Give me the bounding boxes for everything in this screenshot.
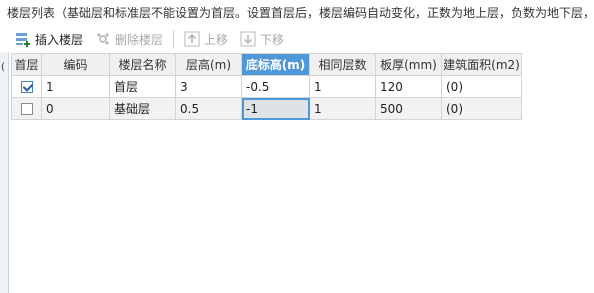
toolbar-separator	[173, 30, 175, 48]
first-floor-cell[interactable]	[11, 97, 42, 120]
hint-text: 楼层列表（基础层和标准层不能设置为首层。设置首层后，楼层编码自动变化，正数为地上…	[0, 0, 594, 26]
toolbar: 插入楼层 删除楼层 上移 下移	[11, 26, 594, 52]
first-floor-cell[interactable]	[11, 75, 42, 98]
code-cell[interactable]: 1	[41, 75, 110, 98]
arrow-up-icon	[184, 31, 200, 47]
move-up-label: 上移	[204, 32, 229, 47]
delete-floor-label: 删除楼层	[115, 32, 164, 47]
building-area-cell: (0)	[441, 97, 522, 120]
col-header-building-area[interactable]: 建筑面积(m2)	[441, 53, 522, 76]
same-count-cell[interactable]: 1	[309, 97, 376, 120]
floor-name-cell[interactable]: 基础层	[109, 97, 176, 120]
slab-thickness-cell[interactable]: 500	[375, 97, 442, 120]
height-cell[interactable]: 0.5	[175, 97, 242, 120]
col-header-first-floor[interactable]: 首层	[11, 53, 42, 76]
arrow-down-icon	[240, 31, 256, 47]
col-header-floor-name[interactable]: 楼层名称	[109, 53, 176, 76]
col-header-height[interactable]: 层高(m)	[175, 53, 242, 76]
insert-floor-icon	[15, 31, 31, 47]
col-header-same-count[interactable]: 相同层数	[309, 53, 376, 76]
left-panel-edge-label: (	[1, 62, 5, 73]
bottom-elevation-cell[interactable]: -0.5	[241, 75, 310, 98]
move-down-label: 下移	[260, 32, 285, 47]
floor-table: 首层 编码 楼层名称 层高(m) 底标高(m) 相同层数 板厚(mm) 建筑面积…	[11, 53, 594, 120]
first-floor-checkbox[interactable]	[20, 103, 33, 115]
insert-floor-button[interactable]: 插入楼层	[11, 28, 87, 50]
same-count-cell[interactable]: 1	[309, 75, 376, 98]
building-area-cell: (0)	[441, 75, 522, 98]
delete-floor-button[interactable]: 删除楼层	[91, 28, 167, 50]
table-row[interactable]: 1 首层 3 -0.5 1 120 (0)	[11, 75, 522, 98]
table-header-row: 首层 编码 楼层名称 层高(m) 底标高(m) 相同层数 板厚(mm) 建筑面积…	[11, 53, 522, 76]
slab-thickness-cell[interactable]: 120	[375, 75, 442, 98]
col-header-code[interactable]: 编码	[41, 53, 110, 76]
delete-floor-icon	[95, 31, 111, 47]
insert-floor-label: 插入楼层	[35, 32, 84, 47]
table-row[interactable]: 0 基础层 0.5 -1 1 500 (0)	[11, 97, 522, 120]
left-panel-edge[interactable]: (	[0, 52, 9, 293]
bottom-elevation-cell-selected[interactable]: -1	[241, 97, 310, 120]
col-header-slab-thickness[interactable]: 板厚(mm)	[375, 53, 442, 76]
move-down-button[interactable]: 下移	[236, 28, 288, 50]
height-cell[interactable]: 3	[175, 75, 242, 98]
first-floor-checkbox[interactable]	[20, 81, 33, 93]
floor-name-cell[interactable]: 首层	[109, 75, 176, 98]
col-header-bottom-elevation[interactable]: 底标高(m)	[241, 53, 310, 76]
code-cell[interactable]: 0	[41, 97, 110, 120]
move-up-button[interactable]: 上移	[180, 28, 232, 50]
